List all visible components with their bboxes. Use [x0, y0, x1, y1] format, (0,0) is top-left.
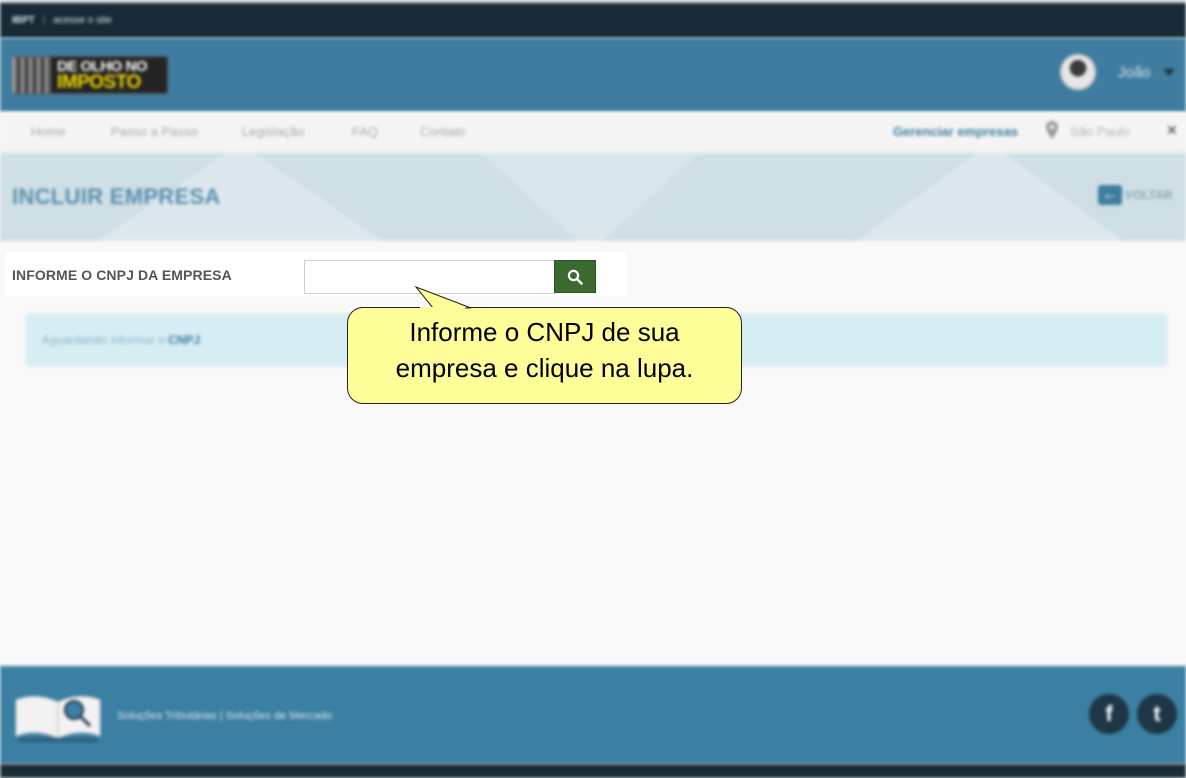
arrow-left-icon: ←	[1098, 185, 1122, 205]
avatar[interactable]	[1060, 54, 1096, 90]
nav-item-home[interactable]: Home	[31, 124, 66, 139]
nav-item-contato[interactable]: Contato	[420, 124, 466, 139]
twitter-icon[interactable]: t	[1137, 694, 1177, 734]
nav-item-faq[interactable]: FAQ	[352, 124, 378, 139]
close-icon[interactable]: ✕	[1166, 122, 1178, 139]
nav-item-legislacao[interactable]: Legislação	[242, 124, 304, 139]
footer-links[interactable]: Soluções Tributárias | Soluções de Merca…	[117, 710, 332, 722]
page-banner: INCLUIR EMPRESA ← VOLTAR	[0, 153, 1186, 241]
back-button[interactable]: ← VOLTAR	[1098, 185, 1173, 205]
status-message: Aguardando informar o CNPJ.	[42, 333, 203, 347]
chevron-down-icon[interactable]	[1163, 69, 1175, 76]
facebook-icon[interactable]: f	[1089, 694, 1129, 734]
search-button[interactable]	[554, 260, 596, 293]
cnpj-label: INFORME O CNPJ DA EMPRESA	[12, 267, 232, 283]
bottom-bar	[0, 764, 1186, 778]
status-text-prefix: Aguardando informar o	[42, 333, 169, 347]
callout-line-1: Informe o CNPJ de sua	[409, 317, 680, 347]
ibpt-brand: IBPT	[12, 15, 35, 26]
callout-line-2: empresa e clique na lupa.	[395, 353, 694, 383]
search-icon	[567, 269, 583, 285]
book-logo-icon[interactable]	[12, 686, 104, 744]
tutorial-callout: Informe o CNPJ de sua empresa e clique n…	[347, 307, 742, 404]
nav-item-passo-a-passo[interactable]: Passo a Passo	[111, 124, 198, 139]
barcode-icon	[13, 57, 53, 93]
logo-line-2: IMPOSTO	[57, 72, 141, 93]
topbar-separator: |	[42, 15, 46, 26]
status-text-suffix: .	[200, 333, 204, 347]
user-name[interactable]: João	[1118, 64, 1151, 81]
de-olho-no-imposto-logo[interactable]: DE OLHO NO IMPOSTO	[12, 56, 168, 94]
manage-companies-link[interactable]: Gerenciar empresas	[893, 124, 1018, 139]
header: DE OLHO NO IMPOSTO João	[0, 38, 1186, 112]
callout-tail	[414, 286, 472, 309]
site-link[interactable]: acesse o site	[53, 15, 111, 26]
top-bar: IBPT | acesse o site	[0, 0, 1186, 38]
main-nav: Home Passo a Passo Legislação FAQ Contat…	[0, 112, 1186, 152]
map-pin-icon	[1046, 121, 1058, 139]
back-button-label: VOLTAR	[1125, 188, 1173, 202]
city-selector[interactable]: São Paulo	[1070, 124, 1130, 139]
status-text-bold: CNPJ	[168, 333, 201, 347]
page-title: INCLUIR EMPRESA	[12, 184, 221, 209]
